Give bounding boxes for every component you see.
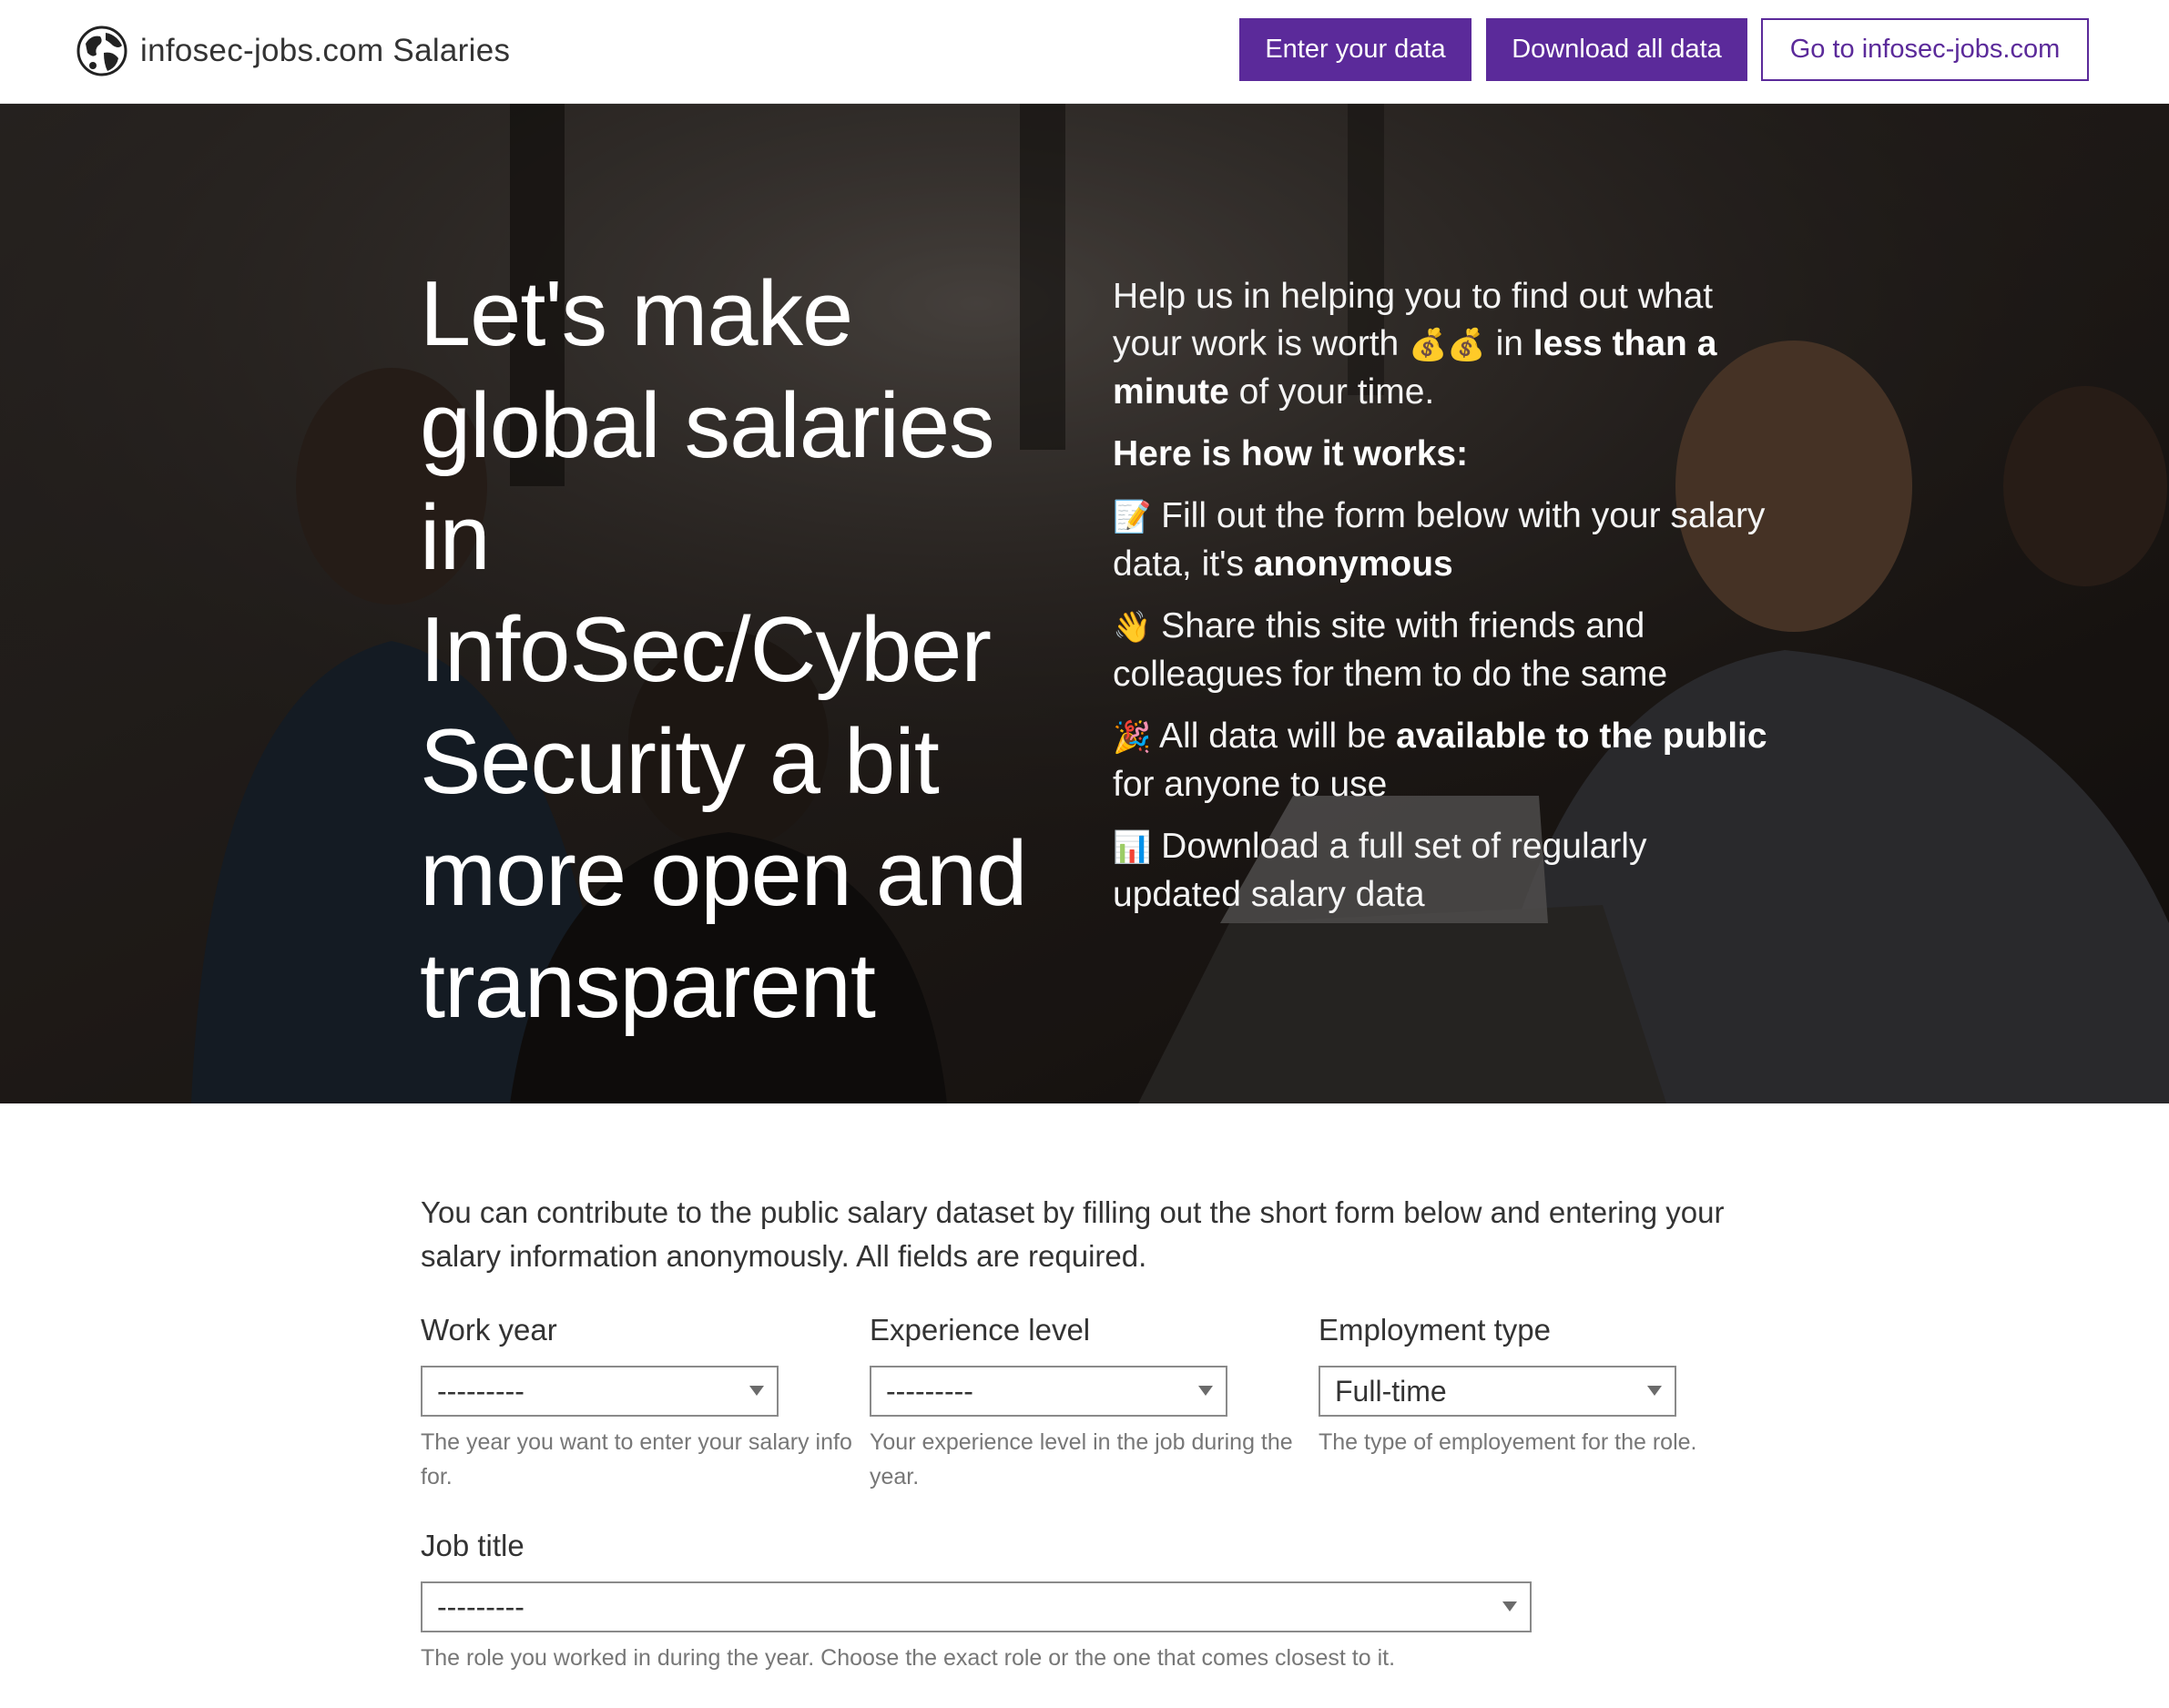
job-title-select[interactable]: --------- [421, 1581, 1532, 1632]
bar-chart-icon: 📊 [1113, 829, 1152, 866]
waving-hand-icon: 👋 [1113, 609, 1152, 646]
money-bag-icon: 💰💰 [1409, 327, 1486, 363]
memo-icon: 📝 [1113, 499, 1152, 535]
job-title-label: Job title [421, 1529, 524, 1562]
employment-type-label: Employment type [1319, 1313, 1551, 1347]
step-item: 👋 Share this site with friends and colle… [1113, 603, 1768, 698]
hero-title: Let's make global salaries in InfoSec/Cy… [420, 263, 1027, 1037]
navbar: infosec-jobs.com Salaries Enter your dat… [0, 0, 2169, 104]
brand-title: infosec-jobs.com Salaries [140, 33, 511, 68]
employment-type-select[interactable]: Full-time [1319, 1366, 1676, 1417]
work-year-select[interactable]: --------- [421, 1366, 779, 1417]
hero-intro: Help us in helping you to find out what … [1113, 273, 1768, 416]
experience-level-label: Experience level [870, 1313, 1091, 1347]
step-bold: available to the public [1396, 717, 1767, 756]
enter-data-button[interactable]: Enter your data [1239, 18, 1471, 81]
job-title-value: --------- [437, 1590, 524, 1623]
chevron-down-icon [1647, 1386, 1662, 1396]
hero-description: Help us in helping you to find out what … [1113, 273, 1768, 933]
experience-level-select[interactable]: --------- [870, 1366, 1227, 1417]
brand-link[interactable]: infosec-jobs.com Salaries [76, 25, 510, 76]
chevron-down-icon [749, 1386, 764, 1396]
goto-site-button[interactable]: Go to infosec-jobs.com [1761, 18, 2089, 81]
chevron-down-icon [1502, 1601, 1517, 1611]
step-text: All data will be [1151, 717, 1397, 756]
step-text: Share this site with friends and colleag… [1113, 606, 1668, 694]
hero-intro-text: in [1485, 324, 1533, 363]
employment-type-help: The type of employement for the role. [1319, 1429, 1697, 1455]
step-text: for anyone to use [1113, 765, 1388, 804]
party-popper-icon: 🎉 [1113, 719, 1152, 756]
work-year-help: The year you want to enter your salary i… [421, 1429, 852, 1489]
form-intro: You can contribute to the public salary … [421, 1195, 1725, 1273]
experience-level-help: Your experience level in the job during … [870, 1429, 1293, 1489]
work-year-value: --------- [437, 1374, 524, 1408]
step-item: 📝 Fill out the form below with your sala… [1113, 493, 1768, 588]
step-bold: anonymous [1253, 544, 1453, 584]
hero-banner: Let's make global salaries in InfoSec/Cy… [0, 104, 2169, 1103]
step-text: Download a full set of regularly updated… [1113, 827, 1647, 914]
download-data-button[interactable]: Download all data [1486, 18, 1747, 81]
step-item: 📊 Download a full set of regularly updat… [1113, 823, 1768, 919]
experience-level-value: --------- [886, 1374, 973, 1408]
work-year-label: Work year [421, 1313, 557, 1347]
chevron-down-icon [1198, 1386, 1213, 1396]
job-title-help: The role you worked in during the year. … [421, 1645, 1396, 1671]
employment-type-value: Full-time [1335, 1374, 1447, 1408]
hero-intro-text: of your time. [1228, 372, 1435, 412]
globe-icon [76, 25, 127, 76]
step-item: 🎉 All data will be available to the publ… [1113, 713, 1768, 808]
hero-background-photo [0, 104, 2169, 1103]
how-heading-text: Here is how it works: [1113, 434, 1469, 473]
how-heading: Here is how it works: [1113, 431, 1768, 478]
